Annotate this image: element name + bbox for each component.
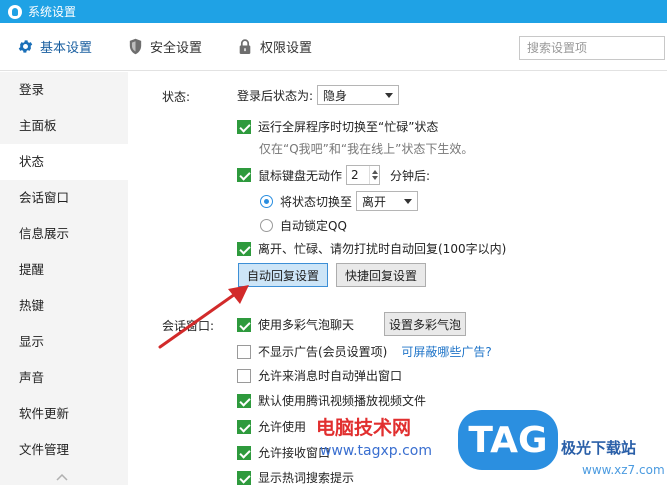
tab-label: 基本设置 [40,41,93,56]
default-video-checkbox[interactable] [237,393,251,408]
gear-icon [16,38,34,56]
login-status-select[interactable]: 隐身 [317,85,400,105]
auto-lock-label: 自动锁定QQ [280,219,347,233]
annotation-arrow-icon [158,285,249,349]
allow-use-checkbox[interactable] [237,419,251,434]
title-bar: 系统设置 [0,0,667,23]
switch-status-select[interactable]: 离开 [356,191,419,211]
auto-reply-option[interactable]: 离开、忙碌、请勿打扰时自动回复(100字以内) [237,240,506,257]
login-status-value: 隐身 [323,88,348,103]
fullscreen-busy-label: 运行全屏程序时切换至“忙碌”状态 [258,120,439,134]
idle-option[interactable]: 鼠标键盘无动作 2 分钟后: [237,165,430,185]
qq-logo-icon [8,4,22,19]
switch-status-radio[interactable] [260,194,273,208]
sidebar-item-main-panel[interactable]: 主面板 [0,108,128,144]
sidebar-item-reminder[interactable]: 提醒 [0,252,128,288]
sidebar-item-status[interactable]: 状态 [0,144,128,180]
sidebar-item-software-update[interactable]: 软件更新 [0,396,128,432]
popup-checkbox[interactable] [237,368,251,383]
status-section-label: 状态: [162,90,191,104]
window-title: 系统设置 [28,5,77,19]
fullscreen-busy-hint: 仅在“Q我吧”和“我在线上”状态下生效。 [259,142,474,156]
login-status-label: 登录后状态为: [237,88,314,103]
idle-minutes-stepper[interactable]: 2 [346,165,381,185]
ads-info-link[interactable]: 可屏蔽哪些广告? [401,343,491,360]
hot-search-label: 显示热词搜索提示 [258,471,355,485]
tab-label: 安全设置 [150,41,203,56]
auto-reply-checkbox[interactable] [237,241,251,256]
default-video-label: 默认使用腾讯视频播放视频文件 [258,394,427,408]
watermark-site-url: www.tagxp.com [320,443,432,459]
default-video-option[interactable]: 默认使用腾讯视频播放视频文件 [237,392,426,409]
shield-icon [126,38,144,56]
tab-basic-settings[interactable]: 基本设置 [0,23,106,71]
lock-icon [236,38,254,56]
idle-suffix: 分钟后: [390,168,431,183]
top-tabs: 基本设置 安全设置 权限设置 [0,23,667,71]
no-ads-label: 不显示广告(会员设置项) [258,345,388,359]
auto-lock-radio[interactable] [260,219,273,232]
allow-use-label: 允许使用 [258,420,307,434]
fullscreen-busy-option[interactable]: 运行全屏程序时切换至“忙碌”状态 [237,118,438,135]
watermark-download-name: 极光下载站 [561,439,637,457]
idle-minutes-value: 2 [351,168,359,182]
sidebar-item-info-display[interactable]: 信息展示 [0,216,128,252]
sidebar-item-chat-window[interactable]: 会话窗口 [0,180,128,216]
popup-label: 允许来消息时自动弹出窗口 [258,369,403,383]
idle-label: 鼠标键盘无动作 [258,168,343,183]
tab-security-settings[interactable]: 安全设置 [106,23,216,71]
switch-status-label: 将状态切换至 [280,194,353,209]
sidebar-item-display[interactable]: 显示 [0,324,128,360]
auto-lock-option[interactable]: 自动锁定QQ [260,217,347,234]
no-ads-option[interactable]: 不显示广告(会员设置项) 可屏蔽哪些广告? [237,343,492,360]
watermark-site-name: 电脑技术网 [316,417,412,439]
switch-status-value: 离开 [362,194,387,209]
allow-receive-checkbox[interactable] [237,445,251,460]
sidebar-item-sound[interactable]: 声音 [0,360,128,396]
allow-use-option[interactable]: 允许使用 [237,418,306,435]
chevron-down-icon [404,198,413,204]
sidebar-item-login[interactable]: 登录 [0,72,128,108]
login-status-row: 登录后状态为: 隐身 [237,85,400,105]
stepper-arrows-icon[interactable] [369,166,379,184]
quick-reply-settings-button[interactable]: 快捷回复设置 [336,263,426,287]
hot-search-checkbox[interactable] [237,470,251,485]
search-input[interactable] [519,36,665,60]
scroll-up-icon[interactable] [56,473,68,481]
tab-label: 权限设置 [260,41,313,56]
sidebar-item-hotkeys[interactable]: 热键 [0,288,128,324]
watermark-tag-logo: TAG [458,410,558,470]
bubble-label: 使用多彩气泡聊天 [258,318,355,332]
bubble-settings-button[interactable]: 设置多彩气泡 [384,312,466,336]
chevron-down-icon [385,92,394,98]
sidebar-item-file-management[interactable]: 文件管理 [0,432,128,468]
fullscreen-busy-checkbox[interactable] [237,119,251,134]
auto-reply-label: 离开、忙碌、请勿打扰时自动回复(100字以内) [258,242,507,256]
watermark-download-url: www.xz7.com [582,463,665,477]
allow-receive-option[interactable]: 允许接收窗口 [237,444,330,461]
switch-status-option[interactable]: 将状态切换至 离开 [260,191,419,211]
idle-checkbox[interactable] [237,168,251,182]
popup-option[interactable]: 允许来消息时自动弹出窗口 [237,367,402,384]
hot-search-option[interactable]: 显示热词搜索提示 [237,469,354,485]
sidebar: 登录 主面板 状态 会话窗口 信息展示 提醒 热键 显示 声音 软件更新 文件管… [0,72,128,485]
tab-permission-settings[interactable]: 权限设置 [216,23,326,71]
